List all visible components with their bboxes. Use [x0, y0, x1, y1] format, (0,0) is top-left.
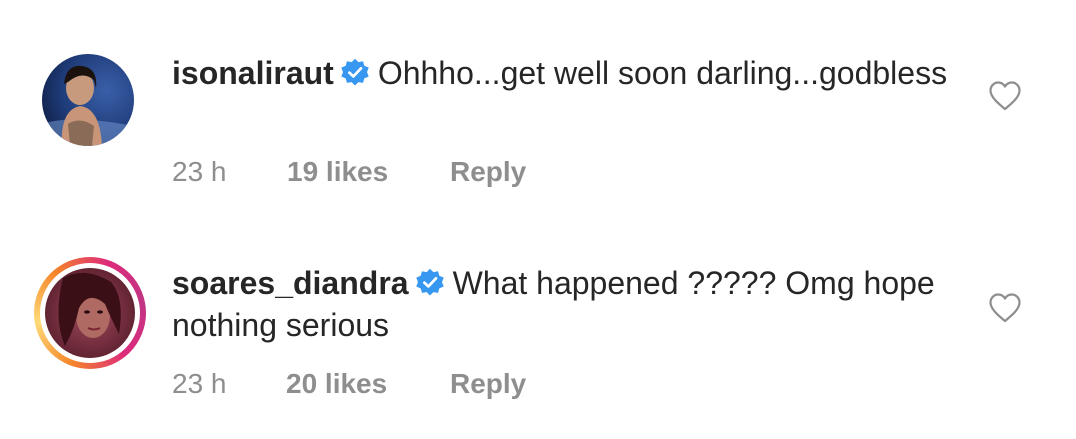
- comment-text-line: soares_diandra What happened ????? Omg ho…: [172, 258, 962, 346]
- comment-text: Ohhho...get well soon darling...godbless: [377, 55, 948, 91]
- likes-count[interactable]: 20 likes: [286, 368, 387, 400]
- verified-badge-icon: [415, 268, 445, 298]
- verified-badge-icon: [340, 58, 370, 88]
- avatar-story-ring[interactable]: [34, 257, 146, 369]
- reply-button[interactable]: Reply: [450, 368, 526, 400]
- comment-body: isonaliraut Ohhho...get well soon darling…: [172, 48, 962, 94]
- heart-outline-icon[interactable]: [988, 292, 1022, 324]
- profile-photo: [42, 54, 134, 146]
- timestamp[interactable]: 23 h: [172, 368, 227, 400]
- profile-photo: [45, 268, 135, 358]
- comment-body: soares_diandra What happened ????? Omg ho…: [172, 258, 962, 346]
- comment-text-line: isonaliraut Ohhho...get well soon darling…: [172, 48, 962, 94]
- username-link[interactable]: isonaliraut: [172, 55, 334, 91]
- reply-button[interactable]: Reply: [450, 156, 526, 188]
- heart-outline-icon[interactable]: [988, 80, 1022, 112]
- likes-count[interactable]: 19 likes: [287, 156, 388, 188]
- username-link[interactable]: soares_diandra: [172, 265, 409, 301]
- avatar[interactable]: [42, 54, 134, 146]
- timestamp[interactable]: 23 h: [172, 156, 227, 188]
